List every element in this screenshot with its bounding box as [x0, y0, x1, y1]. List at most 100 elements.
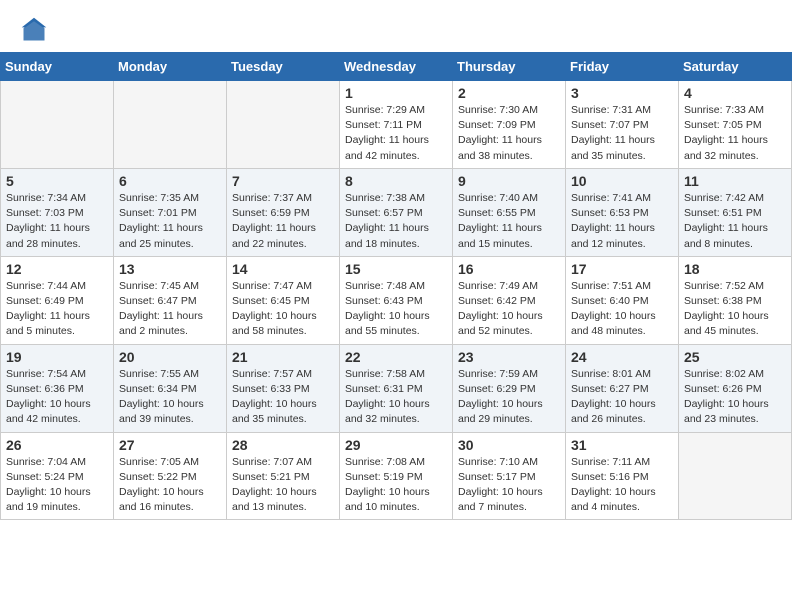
- calendar-header-row: SundayMondayTuesdayWednesdayThursdayFrid…: [1, 53, 792, 81]
- day-info: Sunrise: 7:11 AMSunset: 5:16 PMDaylight:…: [571, 455, 673, 516]
- day-info: Sunrise: 7:31 AMSunset: 7:07 PMDaylight:…: [571, 103, 673, 164]
- day-info: Sunrise: 7:58 AMSunset: 6:31 PMDaylight:…: [345, 367, 447, 428]
- calendar-day-cell: 31Sunrise: 7:11 AMSunset: 5:16 PMDayligh…: [566, 432, 679, 520]
- day-number: 11: [684, 173, 786, 189]
- calendar-week-row: 12 Sunrise: 7:44 AMSunset: 6:49 PMDayligh…: [1, 256, 792, 344]
- day-info: Sunrise: 7:10 AMSunset: 5:17 PMDaylight:…: [458, 455, 560, 516]
- calendar-header-friday: Friday: [566, 53, 679, 81]
- calendar-day-cell: 6 Sunrise: 7:35 AMSunset: 7:01 PMDaylight…: [114, 168, 227, 256]
- day-number: 30: [458, 437, 560, 453]
- day-number: 9: [458, 173, 560, 189]
- day-number: 8: [345, 173, 447, 189]
- calendar-week-row: 5 Sunrise: 7:34 AMSunset: 7:03 PMDaylight…: [1, 168, 792, 256]
- calendar-day-cell: 30 Sunrise: 7:10 AMSunset: 5:17 PMDayligh…: [453, 432, 566, 520]
- day-number: 28: [232, 437, 334, 453]
- day-info: Sunrise: 7:37 AMSunset: 6:59 PMDaylight:…: [232, 191, 334, 252]
- calendar-day-cell: 20Sunrise: 7:55 AMSunset: 6:34 PMDayligh…: [114, 344, 227, 432]
- day-info: Sunrise: 7:35 AMSunset: 7:01 PMDaylight:…: [119, 191, 221, 252]
- calendar-day-cell: 23 Sunrise: 7:59 AMSunset: 6:29 PMDayligh…: [453, 344, 566, 432]
- day-number: 19: [6, 349, 108, 365]
- calendar-day-cell: 14Sunrise: 7:47 AMSunset: 6:45 PMDayligh…: [227, 256, 340, 344]
- calendar-day-cell: 15 Sunrise: 7:48 AMSunset: 6:43 PMDayligh…: [340, 256, 453, 344]
- calendar-day-cell: 4 Sunrise: 7:33 AMSunset: 7:05 PMDaylight…: [679, 81, 792, 169]
- day-number: 7: [232, 173, 334, 189]
- day-number: 12: [6, 261, 108, 277]
- calendar-day-cell: 18Sunrise: 7:52 AMSunset: 6:38 PMDayligh…: [679, 256, 792, 344]
- calendar-day-cell: 13Sunrise: 7:45 AMSunset: 6:47 PMDayligh…: [114, 256, 227, 344]
- day-info: Sunrise: 7:44 AMSunset: 6:49 PMDaylight:…: [6, 279, 108, 340]
- calendar-day-cell: 25 Sunrise: 8:02 AMSunset: 6:26 PMDayligh…: [679, 344, 792, 432]
- day-info: Sunrise: 7:42 AMSunset: 6:51 PMDaylight:…: [684, 191, 786, 252]
- calendar-day-cell: 3 Sunrise: 7:31 AMSunset: 7:07 PMDaylight…: [566, 81, 679, 169]
- day-info: Sunrise: 7:38 AMSunset: 6:57 PMDaylight:…: [345, 191, 447, 252]
- calendar-day-cell: 2Sunrise: 7:30 AMSunset: 7:09 PMDaylight…: [453, 81, 566, 169]
- day-info: Sunrise: 7:33 AMSunset: 7:05 PMDaylight:…: [684, 103, 786, 164]
- day-number: 14: [232, 261, 334, 277]
- calendar-day-cell: 29 Sunrise: 7:08 AMSunset: 5:19 PMDayligh…: [340, 432, 453, 520]
- page-header: [0, 0, 792, 52]
- calendar-day-cell: 28 Sunrise: 7:07 AMSunset: 5:21 PMDayligh…: [227, 432, 340, 520]
- day-number: 21: [232, 349, 334, 365]
- calendar-day-cell: 22 Sunrise: 7:58 AMSunset: 6:31 PMDayligh…: [340, 344, 453, 432]
- day-info: Sunrise: 7:29 AMSunset: 7:11 PMDaylight:…: [345, 103, 447, 164]
- day-info: Sunrise: 7:08 AMSunset: 5:19 PMDaylight:…: [345, 455, 447, 516]
- day-info: Sunrise: 7:59 AMSunset: 6:29 PMDaylight:…: [458, 367, 560, 428]
- day-info: Sunrise: 7:49 AMSunset: 6:42 PMDaylight:…: [458, 279, 560, 340]
- day-info: Sunrise: 7:57 AMSunset: 6:33 PMDaylight:…: [232, 367, 334, 428]
- day-number: 18: [684, 261, 786, 277]
- calendar-day-cell: 19 Sunrise: 7:54 AMSunset: 6:36 PMDayligh…: [1, 344, 114, 432]
- day-info: Sunrise: 7:05 AMSunset: 5:22 PMDaylight:…: [119, 455, 221, 516]
- calendar-header-saturday: Saturday: [679, 53, 792, 81]
- day-number: 17: [571, 261, 673, 277]
- calendar-day-cell: [1, 81, 114, 169]
- calendar-header-wednesday: Wednesday: [340, 53, 453, 81]
- day-info: Sunrise: 8:01 AMSunset: 6:27 PMDaylight:…: [571, 367, 673, 428]
- logo-icon: [20, 16, 48, 44]
- calendar-header-monday: Monday: [114, 53, 227, 81]
- calendar-day-cell: 9 Sunrise: 7:40 AMSunset: 6:55 PMDaylight…: [453, 168, 566, 256]
- day-info: Sunrise: 7:34 AMSunset: 7:03 PMDaylight:…: [6, 191, 108, 252]
- calendar-day-cell: [114, 81, 227, 169]
- day-info: Sunrise: 7:07 AMSunset: 5:21 PMDaylight:…: [232, 455, 334, 516]
- day-number: 29: [345, 437, 447, 453]
- day-number: 23: [458, 349, 560, 365]
- day-number: 22: [345, 349, 447, 365]
- calendar-day-cell: 24 Sunrise: 8:01 AMSunset: 6:27 PMDayligh…: [566, 344, 679, 432]
- calendar-day-cell: 5 Sunrise: 7:34 AMSunset: 7:03 PMDaylight…: [1, 168, 114, 256]
- calendar-week-row: 19 Sunrise: 7:54 AMSunset: 6:36 PMDayligh…: [1, 344, 792, 432]
- calendar-day-cell: [227, 81, 340, 169]
- day-number: 26: [6, 437, 108, 453]
- calendar-table: SundayMondayTuesdayWednesdayThursdayFrid…: [0, 52, 792, 520]
- calendar-day-cell: [679, 432, 792, 520]
- calendar-day-cell: 7 Sunrise: 7:37 AMSunset: 6:59 PMDaylight…: [227, 168, 340, 256]
- calendar-day-cell: 21 Sunrise: 7:57 AMSunset: 6:33 PMDayligh…: [227, 344, 340, 432]
- day-number: 13: [119, 261, 221, 277]
- day-number: 15: [345, 261, 447, 277]
- day-info: Sunrise: 8:02 AMSunset: 6:26 PMDaylight:…: [684, 367, 786, 428]
- day-info: Sunrise: 7:04 AMSunset: 5:24 PMDaylight:…: [6, 455, 108, 516]
- calendar-week-row: 26 Sunrise: 7:04 AMSunset: 5:24 PMDayligh…: [1, 432, 792, 520]
- day-number: 5: [6, 173, 108, 189]
- calendar-day-cell: 17Sunrise: 7:51 AMSunset: 6:40 PMDayligh…: [566, 256, 679, 344]
- calendar-day-cell: 12 Sunrise: 7:44 AMSunset: 6:49 PMDayligh…: [1, 256, 114, 344]
- day-number: 1: [345, 85, 447, 101]
- calendar-header-sunday: Sunday: [1, 53, 114, 81]
- day-info: Sunrise: 7:41 AMSunset: 6:53 PMDaylight:…: [571, 191, 673, 252]
- day-info: Sunrise: 7:54 AMSunset: 6:36 PMDaylight:…: [6, 367, 108, 428]
- day-number: 2: [458, 85, 560, 101]
- calendar-day-cell: 27 Sunrise: 7:05 AMSunset: 5:22 PMDayligh…: [114, 432, 227, 520]
- calendar-day-cell: 8 Sunrise: 7:38 AMSunset: 6:57 PMDaylight…: [340, 168, 453, 256]
- calendar-day-cell: 16Sunrise: 7:49 AMSunset: 6:42 PMDayligh…: [453, 256, 566, 344]
- day-number: 24: [571, 349, 673, 365]
- calendar-week-row: 1 Sunrise: 7:29 AMSunset: 7:11 PMDaylight…: [1, 81, 792, 169]
- day-number: 25: [684, 349, 786, 365]
- day-number: 4: [684, 85, 786, 101]
- logo: [20, 16, 52, 44]
- day-info: Sunrise: 7:40 AMSunset: 6:55 PMDaylight:…: [458, 191, 560, 252]
- day-number: 6: [119, 173, 221, 189]
- calendar-day-cell: 11 Sunrise: 7:42 AMSunset: 6:51 PMDayligh…: [679, 168, 792, 256]
- day-info: Sunrise: 7:48 AMSunset: 6:43 PMDaylight:…: [345, 279, 447, 340]
- day-number: 27: [119, 437, 221, 453]
- day-number: 3: [571, 85, 673, 101]
- day-number: 10: [571, 173, 673, 189]
